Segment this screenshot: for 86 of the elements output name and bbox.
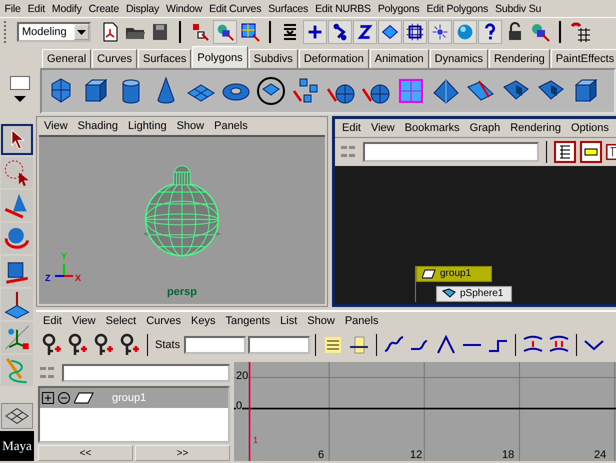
help-icon[interactable] [478,20,502,44]
logo: Maya [0,431,34,461]
graph-node[interactable]: group1 [416,266,492,282]
stats-field[interactable] [248,336,310,354]
scroll-button[interactable]: >> [135,445,230,461]
menu-item[interactable]: Edit [337,122,366,134]
scroll-button[interactable]: << [38,445,133,461]
menu-item[interactable]: Curves [141,314,186,327]
spark-icon[interactable] [428,20,452,44]
axis-tick-label: 12 [410,449,422,461]
shelf-tab[interactable]: Polygons [192,46,248,68]
shelf-tab[interactable]: Rendering [488,49,550,68]
stats-label: Stats [154,338,182,351]
axis-tick-label: 24 [594,449,606,461]
shelf-tab[interactable]: General [42,49,92,68]
shelf-tab[interactable]: Curves [92,49,137,68]
menu-item[interactable]: Panels [340,314,384,327]
menu-item[interactable]: Window [162,2,206,14]
menu-item[interactable]: Edit [24,2,48,14]
circled-plane-icon[interactable] [255,75,287,107]
tree-layout-icon[interactable] [554,141,576,163]
axis-label: Z [45,274,50,283]
menu-item[interactable]: Modify [48,2,86,14]
shelf-tab[interactable]: Surfaces [138,49,192,68]
object-select-icon[interactable] [213,20,237,44]
menu-item[interactable]: Bookmarks [400,122,465,134]
menu-item[interactable]: Show [302,314,340,327]
axes-tool-icon[interactable] [1,322,33,353]
menu-item[interactable]: Rendering [505,122,566,134]
layout-grid-icon[interactable] [1,403,33,429]
joint-icon[interactable] [328,20,352,44]
curve-icon[interactable] [353,20,377,44]
menu-item[interactable]: Shading [72,120,124,132]
shelf-tab[interactable]: Animation [370,49,429,68]
camera-label: persp [166,286,198,298]
menu-item[interactable]: View [66,314,101,327]
shelf-tab[interactable]: PaintEffects [550,49,616,68]
stats-field[interactable] [184,336,246,354]
plus-icon[interactable] [303,20,327,44]
search-field[interactable] [62,364,230,382]
menu-item[interactable]: Edit NURBS [312,2,374,14]
page-icon [74,392,94,404]
dropdown-arrow-icon [77,30,86,34]
frame-icon[interactable] [403,20,427,44]
menu-item[interactable]: Select [100,314,142,327]
shelf-tab[interactable]: Subdivs [248,49,298,68]
menu-item[interactable]: List [275,314,302,327]
menu-item[interactable]: Edit Curves [206,2,265,14]
axis-label: Y [61,252,68,261]
mode-dropdown[interactable]: Modeling [17,22,91,42]
menu-item[interactable]: Show [172,120,210,132]
menu-item[interactable]: File [1,2,24,14]
manipulator-icon[interactable] [1,289,33,320]
menu-item[interactable]: Tangents [220,314,276,327]
move-tool-icon[interactable] [1,190,33,221]
current-frame-label: 1 [253,435,258,445]
menu-item[interactable]: Edit Polygons [422,2,492,14]
menu-item[interactable]: Create [85,2,122,14]
shelf-tab[interactable]: Dynamics [430,49,488,68]
axis-label: X [75,274,82,283]
menu-item[interactable]: Panels [209,120,253,132]
menu-item[interactable]: Lighting [123,120,172,132]
expand-icon[interactable] [42,392,54,404]
magnet-grid-icon[interactable] [568,20,592,44]
menu-item[interactable]: Graph [464,122,506,134]
node-layout-icon[interactable] [580,141,602,163]
scale-tool-icon[interactable] [1,256,33,287]
shelf-tab[interactable]: Deformation [298,49,369,68]
key-plus-icon[interactable] [92,332,116,357]
menu-item[interactable]: Options [566,122,614,134]
page-icon [422,268,436,280]
menu-item[interactable]: Edit [38,314,67,327]
menu-item[interactable]: View [366,122,400,134]
search-field[interactable] [363,142,539,162]
menu-item[interactable]: View [39,120,73,132]
menu-item[interactable]: Subdiv Su [492,2,545,14]
axis-tick-label: 18 [502,449,514,461]
menu-item[interactable]: Display [122,2,163,14]
graph-node[interactable]: pSphere1 [436,286,512,302]
menu-item[interactable]: Keys [186,314,221,327]
lasso-icon[interactable] [1,157,33,188]
surface-icon[interactable] [378,20,402,44]
axis-tick-label: 6 [318,449,324,461]
menu-item[interactable]: Polygons [374,2,423,14]
menu-item[interactable]: Surfaces [264,2,312,14]
shelf-item-box[interactable] [10,76,30,90]
